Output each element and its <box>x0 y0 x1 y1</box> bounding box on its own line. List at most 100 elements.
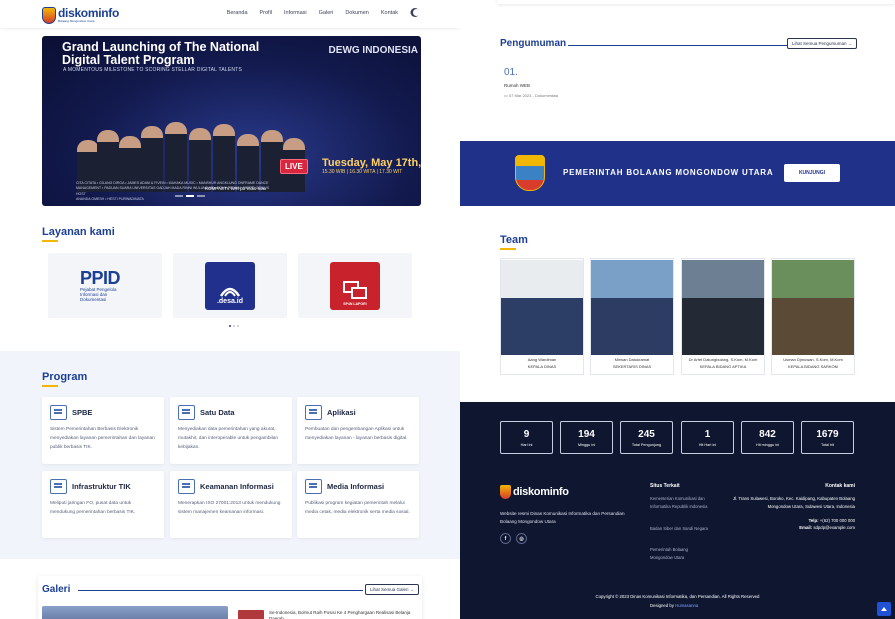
footer-logo[interactable]: diskominfo <box>500 485 569 499</box>
wave-icon <box>219 287 241 297</box>
nav-profil[interactable]: Profil <box>260 10 273 16</box>
layanan-card-lapor[interactable]: SP4N LAPOR! <box>298 253 412 318</box>
chat-bubbles-icon <box>343 280 367 299</box>
team-member-card[interactable]: Aang Wardiman KEPALA DINAS <box>500 258 584 375</box>
pengumuman-number: 01. <box>504 67 518 78</box>
nav-kontak[interactable]: Kontak <box>381 10 398 16</box>
program-card-media[interactable]: Media Informasi Publikasi program kegiat… <box>297 471 419 538</box>
media-icon <box>305 479 322 494</box>
program-card-aplikasi[interactable]: Aplikasi Pembuatan dan pengembangan Apli… <box>297 397 419 464</box>
ppid-logo: PPID Pejabat Pengelola Informasi dan Dok… <box>80 268 121 302</box>
banner-title: PEMERINTAH BOLAANG MONGONDOW UTARA <box>563 168 774 177</box>
code-window-icon <box>305 405 322 420</box>
kunjungi-button[interactable]: KUNJUNGI <box>784 164 840 182</box>
left-column: diskominfo Bolaang Mongondow Utara Beran… <box>0 0 460 619</box>
team-section-heading: Team <box>500 234 528 250</box>
footer-about: Website resmi Dinas Komunikasi Informati… <box>500 511 625 524</box>
team-member-photo <box>591 260 673 355</box>
logo-tagline: Bolaang Mongondow Utara <box>58 19 95 23</box>
hero-title: Grand Launching of The National Digital … <box>62 40 260 67</box>
nav-informasi[interactable]: Informasi <box>284 10 307 16</box>
bolmut-emblem-icon <box>515 155 545 191</box>
instagram-icon[interactable]: ◎ <box>516 533 527 544</box>
back-to-top-button[interactable] <box>877 602 891 616</box>
desa-id-logo: .desa.id <box>205 261 255 310</box>
hero-performers: CITA CITATA • GILANG DIRGA • JAMES ADAM … <box>76 181 270 201</box>
stat-box: 245 Total Pengunjung <box>620 421 673 454</box>
galeri-divider <box>78 590 363 591</box>
footer-email: Email: sdpdp@example.com <box>799 525 855 530</box>
footer-link[interactable]: Kementerian Komunikasi dan Informatika R… <box>650 495 710 510</box>
network-icon <box>50 479 67 494</box>
program-card-keamanan[interactable]: Keamanan Informasi Menerapkan ISO 27001:… <box>170 471 292 538</box>
program-section-heading: Program <box>42 371 87 387</box>
top-card-edge <box>497 0 894 4</box>
lapor-logo: SP4N LAPOR! <box>330 261 380 310</box>
galeri-caption[interactable]: Se-Indonesia, Bolmut Raih Posisi Ke 4 Pe… <box>269 610 419 619</box>
shield-check-icon <box>178 479 195 494</box>
copyright: Copyright © 2023 Dinas Komunikasi Inform… <box>595 594 760 599</box>
logo-emblem-icon <box>42 6 56 24</box>
nav-dokumen[interactable]: Dokumen <box>345 10 369 16</box>
navbar: diskominfo Bolaang Mongondow Utara Beran… <box>0 0 460 28</box>
hero-times: 15.30 WIB | 16.30 WITA | 17.30 WIT <box>322 169 403 175</box>
facebook-icon[interactable]: f <box>500 533 511 544</box>
kontak-heading: Kontak kami <box>825 483 855 489</box>
lihat-semua-pengumuman-button[interactable]: Lihat Semua Pengumuman → <box>787 38 858 49</box>
galeri-thumbnail[interactable] <box>238 610 264 619</box>
hero-banner[interactable]: Grand Launching of The National Digital … <box>42 36 421 206</box>
nav-galeri[interactable]: Galeri <box>319 10 334 16</box>
carousel-dot[interactable] <box>175 195 183 197</box>
team-member-card[interactable]: Mirwan Datukramat SEKERTARIS DINAS <box>590 258 674 375</box>
footer-phone: Telp: +(62) 700 000 000 <box>808 518 855 523</box>
program-card-infrastruktur[interactable]: Infrastruktur TIK Meliputi jaringan FO, … <box>42 471 164 538</box>
site-logo[interactable]: diskominfo Bolaang Mongondow Utara <box>42 6 119 24</box>
hero-event-logo: DEWG INDONESIA <box>328 45 418 56</box>
stat-box: 194 Minggu ini <box>560 421 613 454</box>
live-badge: LIVE <box>280 159 308 174</box>
carousel-dot[interactable] <box>233 325 235 327</box>
building-icon <box>50 405 67 420</box>
carousel-dot[interactable] <box>197 195 205 197</box>
carousel-dot-active[interactable] <box>186 195 194 197</box>
hero-date: Tuesday, May 17th, 20 <box>322 157 421 169</box>
galeri-main-image[interactable] <box>42 606 228 619</box>
footer-address: Jl. Trans Sulawesi, Boroko, Kec. Kaidipa… <box>732 496 855 509</box>
carousel-dot[interactable] <box>237 325 239 327</box>
designer-link[interactable]: Humasanna <box>675 603 698 608</box>
program-card-satu-data[interactable]: Satu Data Menyediakan data pemerintahan … <box>170 397 292 464</box>
footer-link[interactable]: Pemerintah Bolaang Mongondow Utara <box>650 546 710 561</box>
page: diskominfo Bolaang Mongondow Utara Beran… <box>0 0 895 619</box>
logo-emblem-icon <box>500 485 511 499</box>
lihat-semua-galeri-button[interactable]: Lihat Semua Galeri → <box>365 584 420 595</box>
carousel-dot-active[interactable] <box>229 325 231 327</box>
hero-subtitle: A MOMENTOUS MILESTONE TO SCORING STELLAR… <box>63 67 243 73</box>
right-column: Pengumuman Lihat Semua Pengumuman → 01. … <box>460 0 895 619</box>
situs-terkait-heading: Situs Terkait <box>650 483 680 489</box>
team-member-card[interactable]: Dr Arfet Datungbolang, S.Kom, M.Kom KEPA… <box>681 258 765 375</box>
designed-by: Designed by Humasanna <box>650 603 699 608</box>
stat-box: 9 Hari ini <box>500 421 553 454</box>
dark-mode-moon-icon[interactable] <box>413 9 420 16</box>
layanan-section-heading: Layanan kami <box>42 226 115 242</box>
stat-box: 1679 Total hit <box>801 421 854 454</box>
footer-link[interactable]: Badan Siber dan Sandi Negara <box>650 525 710 533</box>
pengumuman-item-title[interactable]: Rumah WEB <box>504 83 530 88</box>
nav-menu: Beranda Profil Informasi Galeri Dokumen … <box>227 9 420 16</box>
nav-beranda[interactable]: Beranda <box>227 10 248 16</box>
hero-sponsors: KOMPASTV tvRI pb Vidio max <box>205 186 267 191</box>
team-member-photo <box>682 260 764 355</box>
database-icon <box>178 405 195 420</box>
galeri-heading: Galeri <box>42 584 71 595</box>
team-member-photo <box>772 260 854 355</box>
team-member-card[interactable]: Usman Djmuwan, S.Kom, M.Kom KEPALA BIDAN… <box>771 258 855 375</box>
pengumuman-heading: Pengumuman <box>500 38 567 49</box>
logo-word: diskominfo <box>58 6 120 20</box>
pengumuman-item-meta: ▭ 07 Mar 2023 - Dokumentasi <box>504 93 559 98</box>
team-member-photo <box>501 260 583 355</box>
layanan-card-desa[interactable]: .desa.id <box>173 253 287 318</box>
program-card-spbe[interactable]: SPBE Sistem Pemerintahan Berbasis Elektr… <box>42 397 164 464</box>
galeri-section: Galeri Lihat Semua Galeri → Se-Indonesia… <box>38 576 422 619</box>
stat-box: 1 Hit Hari ini <box>681 421 734 454</box>
layanan-card-ppid[interactable]: PPID Pejabat Pengelola Informasi dan Dok… <box>48 253 162 318</box>
